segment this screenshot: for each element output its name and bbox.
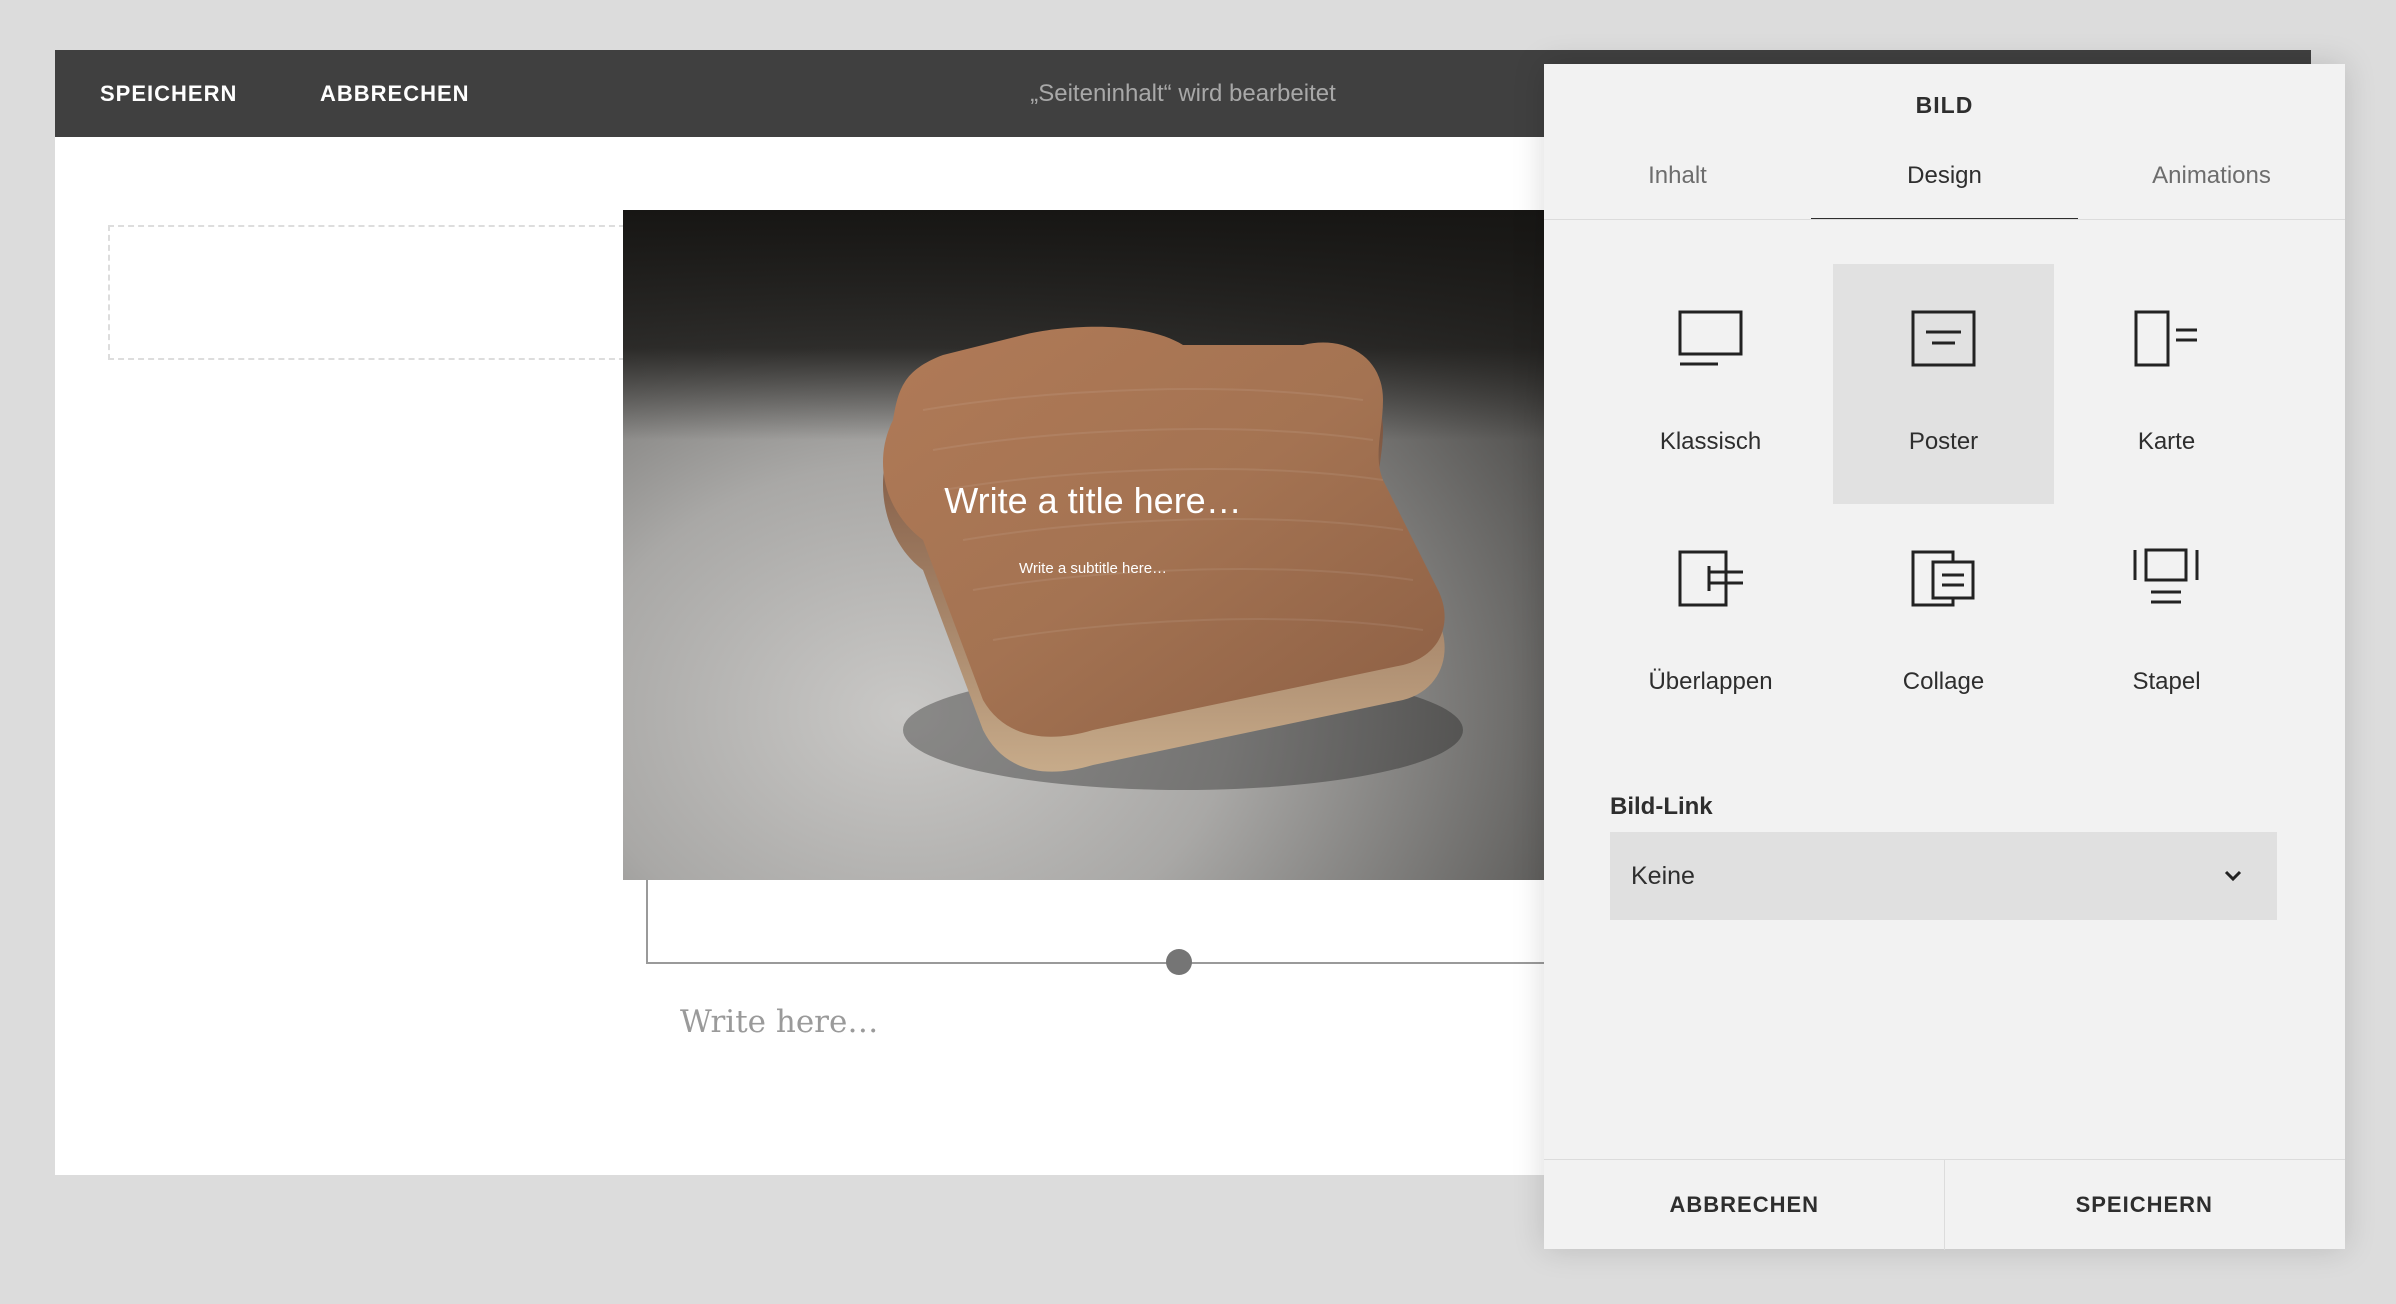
panel-cancel-button[interactable]: ABBRECHEN	[1544, 1160, 1945, 1250]
layout-option-karte[interactable]: Karte	[2056, 264, 2277, 504]
image-link-value: Keine	[1631, 862, 1695, 890]
tab-inhalt[interactable]: Inhalt	[1544, 156, 1811, 218]
image-link-select[interactable]: Keine	[1610, 832, 2277, 920]
layout-label: Poster	[1908, 428, 1979, 455]
stack-layout-icon	[2133, 548, 2199, 604]
image-settings-panel: BILD Inhalt Design Animations Klassisch …	[1544, 64, 2345, 1250]
collage-layout-icon	[1911, 550, 1975, 607]
card-layout-icon	[2134, 310, 2197, 367]
layout-label: Klassisch	[1659, 428, 1762, 455]
text-block-placeholder[interactable]: Write here…	[680, 1004, 878, 1040]
empty-content-block[interactable]	[108, 225, 645, 360]
classic-layout-icon	[1678, 310, 1743, 366]
layout-option-collage[interactable]: Collage	[1833, 504, 2054, 744]
chevron-down-icon	[2224, 870, 2242, 882]
overlap-layout-icon	[1678, 550, 1743, 607]
tab-divider	[1544, 219, 2345, 220]
resize-handle[interactable]	[1166, 949, 1192, 975]
image-block-photo[interactable]: Write a title here… Write a subtitle her…	[623, 210, 1563, 880]
panel-save-button[interactable]: SPEICHERN	[1944, 1160, 2345, 1250]
layout-label: Überlappen	[1648, 668, 1773, 695]
layout-label: Stapel	[2132, 668, 2201, 695]
bread-board-image	[883, 326, 1463, 790]
image-title-placeholder[interactable]: Write a title here…	[623, 480, 1563, 522]
tab-design[interactable]: Design	[1811, 156, 2078, 220]
layout-label: Collage	[1902, 668, 1985, 695]
layout-option-ueberlappen[interactable]: Überlappen	[1600, 504, 1821, 744]
poster-layout-icon	[1911, 310, 1976, 367]
layout-label: Karte	[2137, 428, 2196, 455]
layout-option-poster[interactable]: Poster	[1833, 264, 2054, 504]
panel-footer: ABBRECHEN SPEICHERN	[1544, 1159, 2345, 1250]
layout-option-stapel[interactable]: Stapel	[2056, 504, 2277, 744]
image-link-label: Bild-Link	[1610, 793, 1713, 820]
panel-title: BILD	[1915, 92, 1974, 118]
layout-option-klassisch[interactable]: Klassisch	[1600, 264, 1821, 504]
tab-animations[interactable]: Animations	[2078, 156, 2345, 218]
image-subtitle-placeholder[interactable]: Write a subtitle here…	[623, 560, 1563, 577]
